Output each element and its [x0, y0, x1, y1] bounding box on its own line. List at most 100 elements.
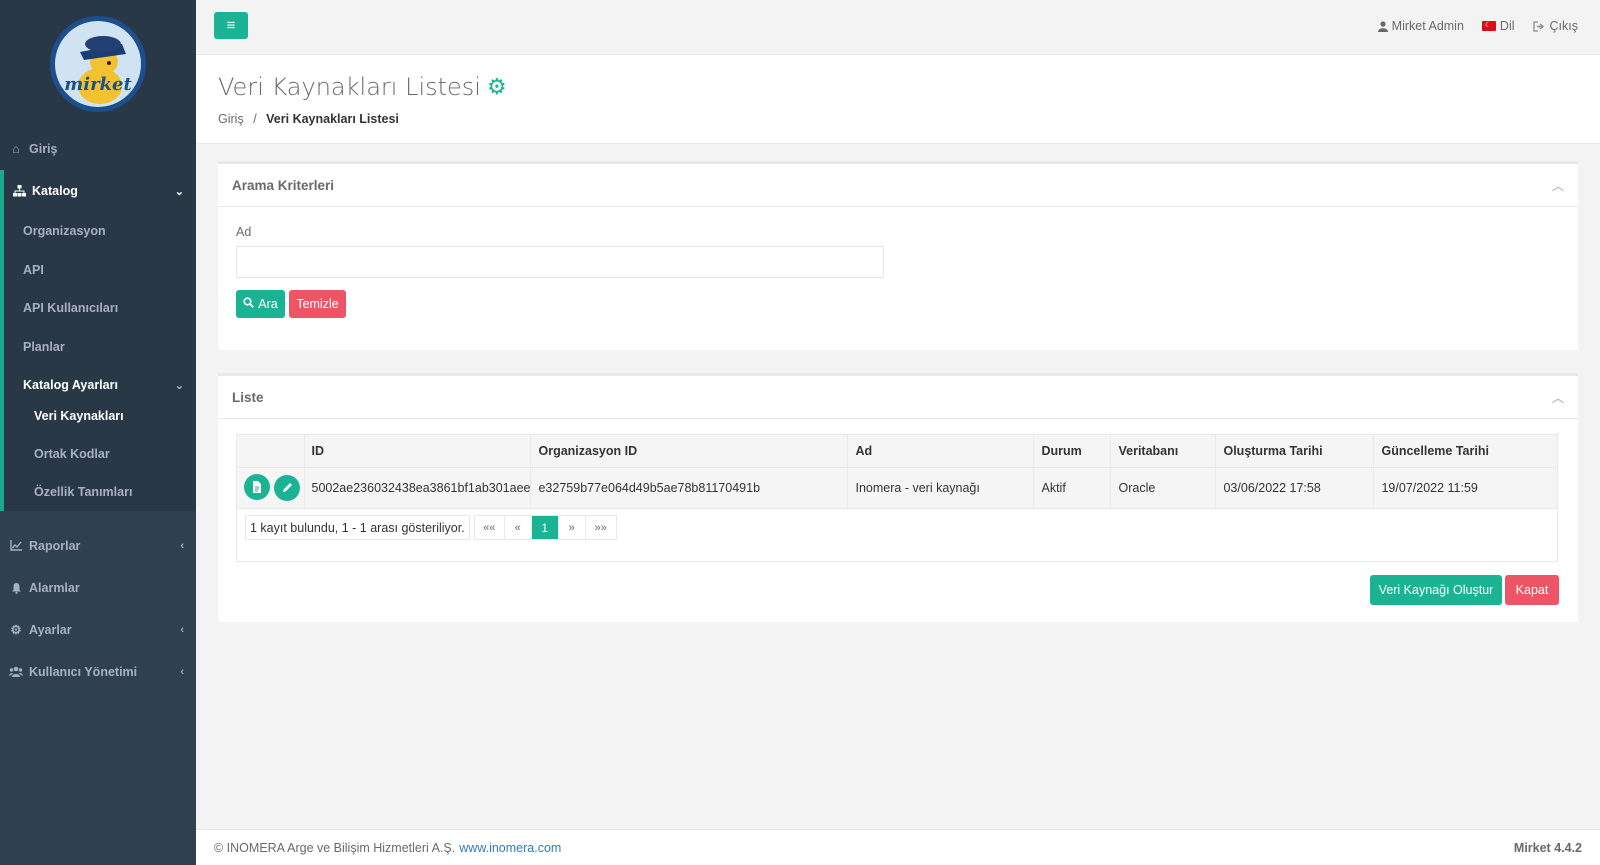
- sidebar-item-catalog[interactable]: Katalog ⌄: [4, 170, 196, 212]
- chevron-left-icon: ‹: [180, 539, 184, 552]
- column-header-org-id[interactable]: Organizasyon ID: [530, 435, 849, 468]
- search-criteria-panel: Arama Kriterleri ︿ Ad Ara Temizle: [218, 161, 1578, 350]
- file-icon: [253, 481, 261, 494]
- logout-label: Çıkış: [1549, 19, 1578, 33]
- pagination-info: 1 kayıt bulundu, 1 - 1 arası gösteriliyo…: [245, 515, 470, 540]
- data-sources-table: ID Organizasyon ID Ad Durum Veritabanı O…: [237, 435, 1557, 509]
- sidebar-item-settings[interactable]: ⚙ Ayarlar ‹: [0, 609, 196, 651]
- sidebar-item-common-codes[interactable]: Ortak Kodlar: [4, 435, 196, 473]
- cell-status: Aktif: [1033, 467, 1112, 509]
- breadcrumb-separator: /: [253, 112, 257, 126]
- sidebar-item-organizasyon[interactable]: Organizasyon: [4, 212, 196, 251]
- sidebar-item-plans[interactable]: Planlar: [4, 328, 196, 367]
- panel-title: Liste: [232, 389, 264, 405]
- catalog-submenu: Katalog ⌄ Organizasyon API API Kullanıcı…: [0, 170, 196, 511]
- menu-toggle-button[interactable]: ≡: [214, 12, 248, 39]
- sidebar-item-label: Katalog: [32, 184, 78, 198]
- language-menu[interactable]: Dil: [1481, 19, 1515, 33]
- chevron-up-icon[interactable]: ︿: [1552, 177, 1564, 194]
- current-page-button[interactable]: 1: [531, 516, 559, 539]
- column-header-id[interactable]: ID: [304, 435, 532, 468]
- last-page-button[interactable]: »»: [586, 516, 616, 539]
- app-version: Mirket 4.4.2: [1513, 840, 1582, 855]
- cogs-icon: ⚙: [10, 623, 22, 637]
- sidebar-item-home[interactable]: ⌂ Giriş: [0, 128, 196, 170]
- create-data-source-button[interactable]: Veri Kaynağı Oluştur: [1370, 575, 1502, 605]
- column-header-actions: [237, 435, 305, 468]
- sidebar-item-label: Ayarlar: [29, 622, 72, 637]
- edit-button[interactable]: [274, 474, 301, 501]
- bell-icon: [9, 582, 23, 594]
- column-header-name[interactable]: Ad: [847, 435, 1035, 468]
- close-button[interactable]: Kapat: [1505, 575, 1559, 605]
- next-page-button[interactable]: »: [559, 516, 586, 539]
- search-button[interactable]: Ara: [236, 290, 285, 318]
- top-navbar: ≡ Mirket Admin Dil Çıkış: [196, 0, 1600, 55]
- line-chart-icon: [9, 540, 23, 551]
- sidebar-item-label: Raporlar: [29, 538, 81, 553]
- logo-area: mirket: [0, 0, 196, 128]
- page-title-text: Veri Kaynakları Listesi: [218, 73, 481, 101]
- column-header-status[interactable]: Durum: [1033, 435, 1112, 468]
- first-page-button[interactable]: ««: [475, 516, 505, 539]
- sidebar-item-attribute-definitions[interactable]: Özellik Tanımları: [4, 473, 196, 511]
- sidebar-item-data-sources[interactable]: Veri Kaynakları: [4, 405, 196, 427]
- search-icon: [243, 297, 255, 311]
- cell-created: 03/06/2022 17:58: [1215, 467, 1375, 509]
- cell-updated: 19/07/2022 11:59: [1373, 467, 1557, 509]
- prev-page-button[interactable]: «: [505, 516, 532, 539]
- sidebar-nav: ⌂ Giriş Katalog ⌄ Organizasyon API API K…: [0, 128, 196, 693]
- turkish-flag-icon: [1481, 21, 1496, 31]
- chevron-down-icon: ⌄: [174, 379, 184, 392]
- sidebar-item-api-users[interactable]: API Kullanıcıları: [4, 289, 196, 328]
- name-search-input[interactable]: [236, 246, 884, 278]
- pagination: 1 kayıt bulundu, 1 - 1 arası gösteriliyo…: [245, 515, 617, 540]
- column-header-database[interactable]: Veritabanı: [1110, 435, 1217, 468]
- sidebar-item-reports[interactable]: Raporlar ‹: [0, 525, 196, 567]
- breadcrumb-home[interactable]: Giriş: [218, 112, 244, 126]
- sidebar-item-label: Kullanıcı Yönetimi: [29, 664, 138, 679]
- cogs-icon: ⚙: [486, 74, 507, 100]
- footer-website-link[interactable]: www.inomera.com: [459, 841, 561, 855]
- sidebar-item-api[interactable]: API: [4, 251, 196, 290]
- sign-out-icon: [1532, 20, 1546, 32]
- page-heading: Veri Kaynakları Listesi ⚙ Giriş / Veri K…: [196, 55, 1600, 144]
- logout-link[interactable]: Çıkış: [1532, 19, 1578, 33]
- sidebar-item-label: Katalog Ayarları: [23, 378, 118, 393]
- cell-database: Oracle: [1110, 467, 1217, 509]
- view-detail-button[interactable]: [244, 474, 270, 501]
- hamburger-icon: ≡: [226, 17, 236, 34]
- column-header-created[interactable]: Oluşturma Tarihi: [1215, 435, 1375, 468]
- sidebar-item-catalog-settings[interactable]: Katalog Ayarları ⌄: [4, 366, 196, 405]
- cell-org-id: e32759b77e064d49b5ae78b81170491b: [530, 467, 849, 509]
- sidebar-item-alarms[interactable]: Alarmlar: [0, 567, 196, 609]
- name-field-label: Ad: [236, 225, 252, 239]
- table-header-row: ID Organizasyon ID Ad Durum Veritabanı O…: [237, 435, 1557, 468]
- breadcrumb: Giriş / Veri Kaynakları Listesi: [218, 112, 1600, 126]
- chevron-left-icon: ‹: [180, 665, 184, 678]
- chevron-up-icon[interactable]: ︿: [1552, 389, 1564, 406]
- sidebar: mirket ⌂ Giriş Katalog ⌄ Organizasyon AP…: [0, 0, 196, 865]
- search-button-label: Ara: [258, 297, 278, 311]
- mirket-logo[interactable]: mirket: [48, 14, 148, 114]
- user-menu[interactable]: Mirket Admin: [1377, 19, 1464, 33]
- row-actions: [237, 467, 305, 509]
- language-label: Dil: [1499, 19, 1515, 33]
- sidebar-item-user-management[interactable]: Kullanıcı Yönetimi ‹: [0, 651, 196, 693]
- breadcrumb-current: Veri Kaynakları Listesi: [266, 112, 399, 126]
- page-title: Veri Kaynakları Listesi ⚙: [218, 73, 1600, 101]
- cell-name: Inomera - veri kaynağı: [847, 467, 1035, 509]
- panel-header: Arama Kriterleri ︿: [218, 164, 1578, 207]
- panel-header: Liste ︿: [218, 376, 1578, 419]
- chevron-down-icon: ⌄: [174, 185, 184, 198]
- user-name: Mirket Admin: [1391, 19, 1464, 33]
- home-icon: ⌂: [12, 142, 20, 156]
- cell-id: 5002ae236032438ea3861bf1ab301aee: [304, 467, 532, 509]
- top-right-menu: Mirket Admin Dil Çıkış: [1377, 19, 1578, 33]
- footer-copyright: © INOMERA Arge ve Bilişim Hizmetleri A.Ş…: [214, 840, 456, 855]
- column-header-updated[interactable]: Güncelleme Tarihi: [1373, 435, 1557, 468]
- footer: © INOMERA Arge ve Bilişim Hizmetleri A.Ş…: [196, 829, 1600, 865]
- table-row: 5002ae236032438ea3861bf1ab301aee e32759b…: [237, 467, 1557, 509]
- list-panel: Liste ︿ ID Organizasyon ID Ad Durum Veri…: [218, 373, 1578, 622]
- clear-button[interactable]: Temizle: [289, 290, 346, 318]
